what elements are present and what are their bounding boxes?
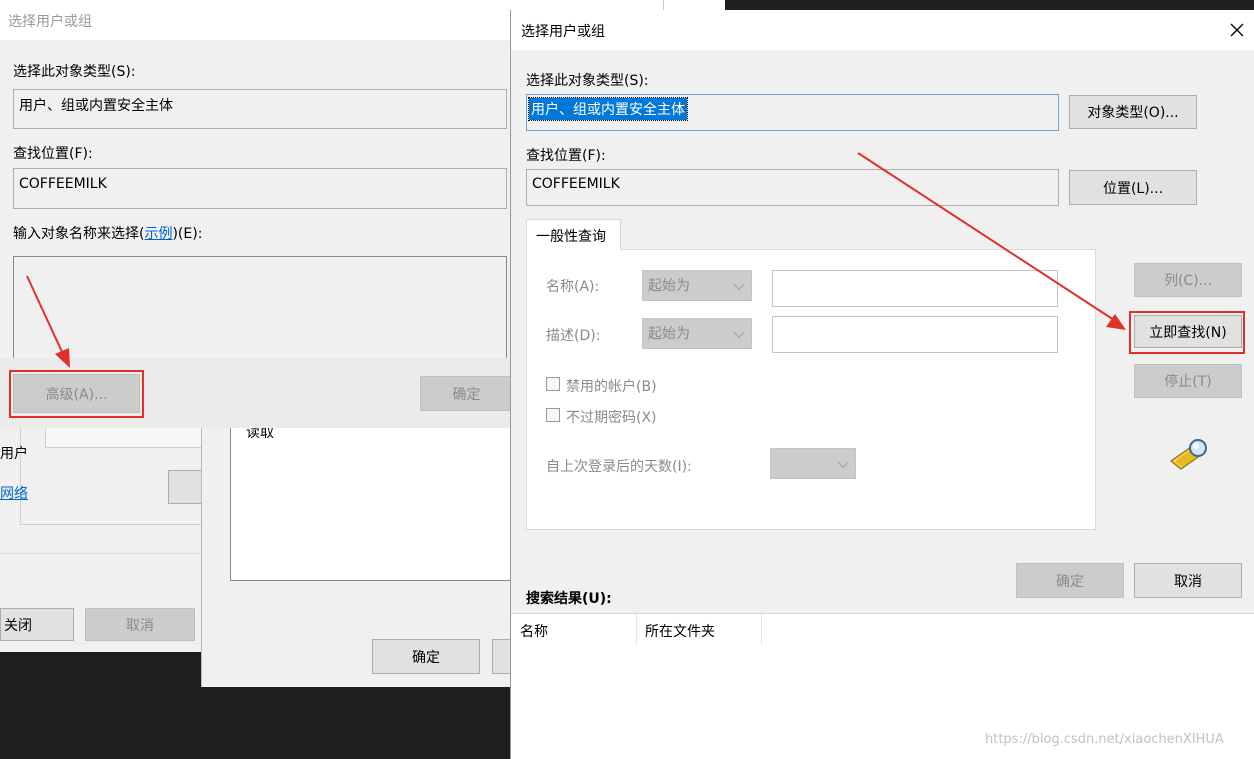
arrow-to-find-now (857, 152, 1126, 330)
arrow-to-advanced (26, 275, 70, 368)
tab-general-queries[interactable]: 一般性查询 (526, 219, 621, 250)
tab-label: 一般性查询 (536, 229, 606, 245)
annotation-arrows (26, 152, 1126, 368)
watermark-text: https://blog.csdn.net/xiaochenXIHUA (985, 732, 1224, 747)
